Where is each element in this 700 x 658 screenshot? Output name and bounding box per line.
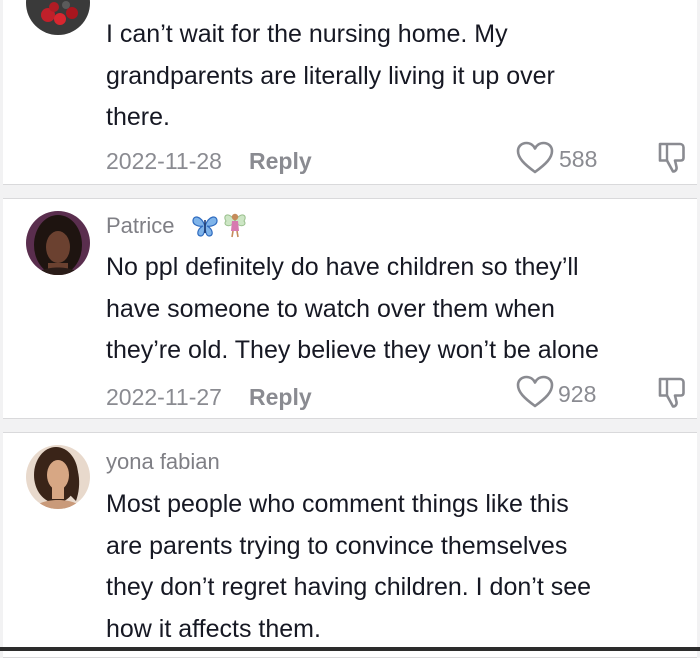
- avatar[interactable]: [26, 445, 90, 509]
- avatar[interactable]: [26, 211, 90, 275]
- comment-date: 2022-11-27: [106, 384, 222, 410]
- comment-text: No ppl definitely do have children so th…: [106, 253, 599, 364]
- username[interactable]: Patrice: [106, 213, 174, 239]
- like-count: 588: [559, 146, 598, 172]
- comment-text: Most people who comment things like this…: [106, 490, 592, 643]
- username[interactable]: yona fabian: [106, 449, 220, 475]
- like-count: 928: [558, 381, 597, 407]
- fairy-emoji: [221, 209, 249, 244]
- comment-card: I can’t wait for the nursing home. My gr…: [3, 0, 697, 185]
- comment-card: Patrice No ppl definitely do have childr…: [3, 198, 697, 419]
- avatar[interactable]: [26, 0, 90, 35]
- bottom-divider: [0, 647, 700, 651]
- heart-outline-icon[interactable]: [516, 141, 554, 180]
- reply-button[interactable]: Reply: [249, 148, 312, 175]
- thumbs-down-icon[interactable]: [654, 140, 690, 181]
- heart-outline-icon[interactable]: [516, 375, 554, 414]
- thumbs-down-icon[interactable]: [654, 375, 690, 416]
- comment-card: yona fabian Most people who comment thin…: [3, 432, 697, 658]
- comment-date: 2022-11-28: [106, 148, 222, 174]
- comment-text: I can’t wait for the nursing home. My gr…: [106, 20, 555, 131]
- reply-button[interactable]: Reply: [249, 384, 312, 411]
- butterfly-emoji: [191, 213, 219, 244]
